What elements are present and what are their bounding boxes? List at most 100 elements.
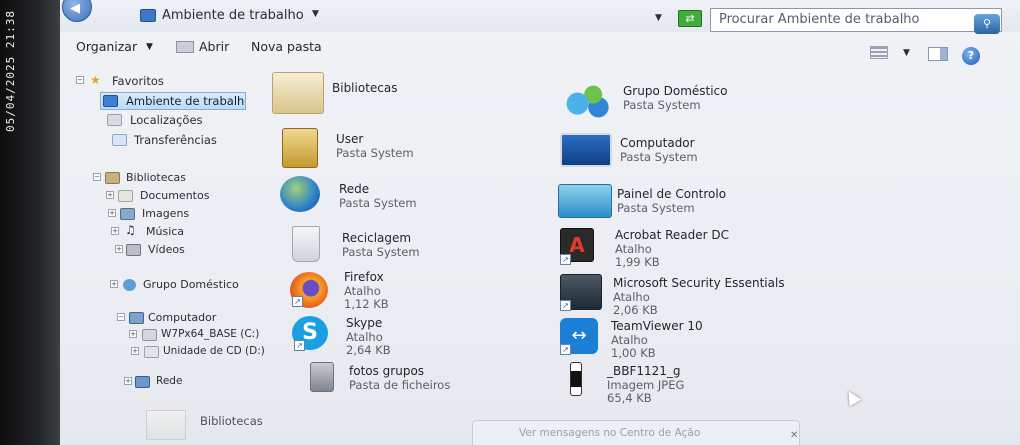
item-acrobat[interactable]: Acrobat Reader DC Atalho 1,99 KB [615, 228, 729, 270]
computer-icon [129, 312, 144, 324]
item-mse[interactable]: Microsoft Security Essentials Atalho 2,0… [613, 276, 785, 318]
item-grupo-domestico[interactable]: Grupo Doméstico Pasta System [623, 84, 728, 112]
nav-documents[interactable]: Documentos [140, 189, 209, 202]
breadcrumb-label: Ambiente de trabalho [162, 7, 304, 23]
nav-places[interactable]: Localizações [130, 113, 203, 127]
nav-network[interactable]: Rede [156, 375, 182, 387]
downloads-icon [112, 134, 127, 146]
network-globe-icon [280, 176, 320, 212]
expand-network[interactable]: + [124, 377, 132, 385]
back-arrow-icon: ◀ [70, 1, 80, 16]
nav-favorites[interactable]: Favoritos [112, 74, 164, 88]
item-painel-controlo[interactable]: Painel de Controlo Pasta System [617, 187, 727, 215]
item-label: Painel de Controlo [617, 187, 727, 201]
desktop-folder-icon [140, 8, 156, 22]
expand-homegroup[interactable]: + [110, 280, 118, 288]
collapse-favorites[interactable]: − [76, 76, 84, 84]
photo-folder-icon [310, 362, 334, 392]
places-icon [107, 114, 122, 126]
action-center-notification[interactable]: Ver mensagens no Centro de Ação [472, 420, 800, 445]
nav-drive-d[interactable]: Unidade de CD (D:) [163, 345, 265, 357]
shortcut-arrow-icon: ↗ [292, 296, 303, 307]
documents-icon [118, 190, 133, 202]
computer-large-icon [560, 133, 612, 167]
item-label: TeamViewer 10 [611, 319, 703, 333]
item-label: Microsoft Security Essentials [613, 276, 785, 290]
item-fotos[interactable]: fotos grupos Pasta de ficheiros [349, 364, 450, 392]
search-input[interactable]: Procurar Ambiente de trabalho [710, 8, 1002, 32]
search-icon[interactable]: ⚲ [974, 14, 1000, 34]
item-size: 1,00 KB [611, 346, 656, 360]
item-type: Pasta System [342, 244, 420, 259]
details-pane-title: Bibliotecas [200, 414, 263, 428]
jpeg-thumbnail-icon [570, 362, 582, 396]
nav-libraries[interactable]: Bibliotecas [126, 171, 186, 184]
nav-images[interactable]: Imagens [142, 207, 189, 220]
item-label: Computador [620, 136, 695, 150]
nav-music[interactable]: Música [146, 225, 184, 238]
nav-downloads[interactable]: Transferências [134, 133, 217, 147]
item-label: _BBF1121_g [607, 364, 681, 378]
nav-videos[interactable]: Vídeos [148, 243, 185, 256]
item-size: 65,4 KB [607, 391, 652, 405]
breadcrumb[interactable]: Ambiente de trabalho [140, 4, 304, 26]
photo-timestamp: 05/04/2025 21:38 [4, 10, 17, 132]
item-label: Firefox [344, 270, 384, 284]
item-rede[interactable]: Rede Pasta System [339, 182, 417, 210]
item-skype[interactable]: Skype Atalho 2,64 KB [346, 316, 391, 358]
collapse-computer[interactable]: − [117, 313, 125, 321]
item-type: Pasta System [617, 200, 695, 215]
item-size: 2,06 KB [613, 303, 658, 317]
item-type: Pasta System [336, 145, 414, 160]
preview-pane-icon[interactable] [928, 47, 948, 61]
nav-desktop[interactable]: Ambiente de trabalh [126, 94, 244, 108]
view-options-icon[interactable] [870, 46, 888, 59]
expand-music[interactable]: + [111, 227, 119, 235]
close-icon[interactable]: ✕ [790, 430, 798, 441]
item-size: 1,12 KB [344, 297, 389, 311]
item-teamviewer[interactable]: TeamViewer 10 Atalho 1,00 KB [611, 319, 703, 361]
item-size: 2,64 KB [346, 343, 391, 357]
item-type: Atalho [344, 283, 381, 298]
drive-c-icon [142, 329, 157, 341]
item-label: Reciclagem [342, 231, 412, 245]
organize-button[interactable]: Organizar [76, 39, 137, 54]
item-type: Atalho [613, 289, 650, 304]
organize-chevron-icon[interactable]: ▼ [146, 42, 153, 52]
item-size: 1,99 KB [615, 255, 660, 269]
open-button[interactable]: Abrir [199, 39, 229, 54]
help-icon[interactable]: ? [962, 47, 980, 65]
new-folder-button[interactable]: Nova pasta [251, 39, 322, 54]
explorer-window: ◀ Ambiente de trabalho ▼ ▼ ⇄ Procurar Am… [60, 0, 1020, 445]
shortcut-arrow-icon: ↗ [560, 254, 571, 265]
nav-computer[interactable]: Computador [148, 311, 216, 324]
item-computador[interactable]: Computador Pasta System [620, 136, 698, 164]
expand-drive-c[interactable]: + [129, 330, 137, 338]
expand-videos[interactable]: + [115, 245, 123, 253]
collapse-libraries[interactable]: − [93, 173, 101, 181]
recycle-bin-icon [292, 226, 320, 262]
address-dropdown-icon[interactable]: ▼ [655, 13, 662, 23]
item-firefox[interactable]: Firefox Atalho 1,12 KB [344, 270, 389, 312]
item-user[interactable]: User Pasta System [336, 132, 414, 160]
videos-icon [126, 244, 141, 256]
item-jpeg[interactable]: _BBF1121_g Imagem JPEG 65,4 KB [607, 364, 684, 406]
expand-documents[interactable]: + [106, 191, 114, 199]
open-icon [176, 41, 194, 53]
expand-drive-d[interactable]: + [131, 347, 139, 355]
homegroup-large-icon [562, 82, 614, 118]
music-icon: ♫ [125, 223, 136, 237]
homegroup-icon [123, 279, 136, 291]
item-type: Atalho [615, 241, 652, 256]
refresh-button[interactable]: ⇄ [678, 10, 702, 27]
item-reciclagem[interactable]: Reciclagem Pasta System [342, 231, 420, 259]
item-type: Pasta System [623, 97, 701, 112]
chevron-down-icon[interactable]: ▼ [312, 9, 319, 19]
nav-homegroup[interactable]: Grupo Doméstico [143, 278, 239, 291]
nav-drive-c[interactable]: W7Px64_BASE (C:) [161, 328, 259, 340]
libraries-folder-icon [272, 72, 324, 114]
expand-images[interactable]: + [108, 209, 116, 217]
item-bibliotecas[interactable]: Bibliotecas [332, 81, 397, 96]
view-chevron-icon[interactable]: ▼ [903, 48, 910, 58]
item-type: Pasta System [339, 195, 417, 210]
